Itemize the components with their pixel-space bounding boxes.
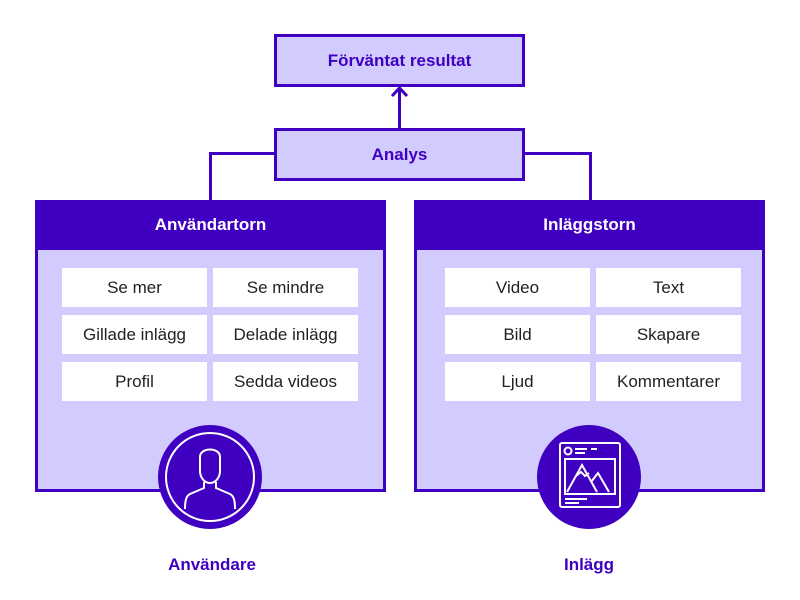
post-feature: Bild (445, 315, 590, 354)
user-tower-header: Användartorn (35, 200, 386, 250)
post-feature: Ljud (445, 362, 590, 401)
connector-right-v (589, 152, 592, 200)
arrow-head-icon (390, 86, 409, 98)
connector-left-h (209, 152, 275, 155)
connector-right-h (524, 152, 592, 155)
post-feature: Video (445, 268, 590, 307)
connector-left-v (209, 152, 212, 200)
post-tower-title: Inläggstorn (543, 215, 636, 234)
post-tower-header: Inläggstorn (414, 200, 765, 250)
user-caption: Användare (168, 555, 256, 574)
post-caption: Inlägg (563, 555, 615, 574)
analysis-box: Analys (274, 128, 525, 181)
post-feature: Skapare (596, 315, 741, 354)
post-badge (537, 425, 641, 529)
analysis-label: Analys (371, 144, 428, 164)
user-avatar-icon (165, 432, 255, 522)
user-tower-title: Användartorn (154, 215, 267, 234)
expected-result-box: Förväntat resultat (274, 34, 525, 87)
user-feature: Delade inlägg (213, 315, 358, 354)
user-feature-grid: Se mer Se mindre Gillade inlägg Delade i… (62, 268, 358, 401)
post-feature: Text (596, 268, 741, 307)
user-feature: Profil (62, 362, 207, 401)
user-feature: Gillade inlägg (62, 315, 207, 354)
post-feature: Kommentarer (596, 362, 741, 401)
user-feature: Se mer (62, 268, 207, 307)
user-badge (158, 425, 262, 529)
user-feature: Sedda videos (213, 362, 358, 401)
expected-result-label: Förväntat resultat (327, 50, 472, 70)
post-feature-grid: Video Text Bild Skapare Ljud Kommentarer (445, 268, 741, 401)
user-feature: Se mindre (213, 268, 358, 307)
post-image-icon (559, 442, 621, 508)
